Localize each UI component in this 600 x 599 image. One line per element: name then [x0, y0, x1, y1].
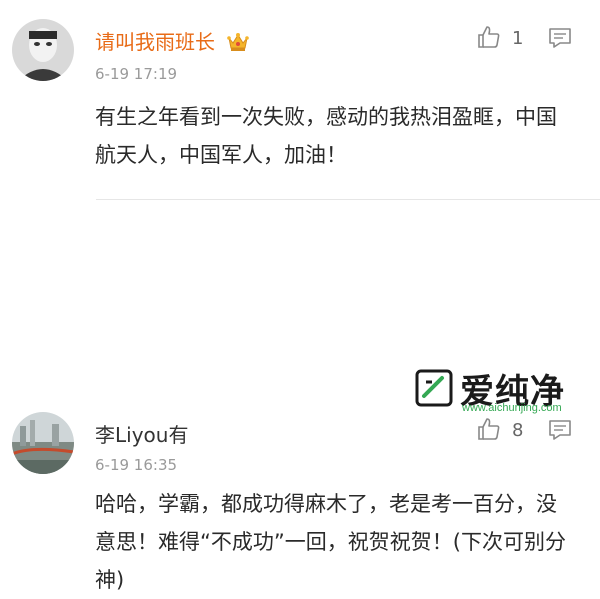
- like-button[interactable]: [476, 416, 502, 446]
- crown-icon: [227, 32, 250, 57]
- comment-text: 有生之年看到一次失败，感动的我热泪盈眶，中国航天人，中国军人，加油！: [95, 105, 557, 167]
- avatar[interactable]: [12, 19, 74, 81]
- like-button[interactable]: [476, 24, 502, 54]
- avatar[interactable]: [12, 412, 74, 474]
- username-text[interactable]: 请叫我雨班长: [95, 30, 215, 54]
- comment-icon: [549, 420, 571, 440]
- comment-time: 6-19 17:19: [95, 65, 178, 83]
- username[interactable]: 李Liyou有: [95, 419, 188, 448]
- reply-button[interactable]: [548, 26, 572, 54]
- reply-button[interactable]: [548, 418, 572, 446]
- comment-icon: [549, 28, 571, 48]
- comment-text: 哈哈，学霸，都成功得麻木了，老是考一百分，没意思！难得“不成功”一回，祝贺祝贺！…: [95, 492, 566, 592]
- thumbs-up-icon: [478, 26, 500, 48]
- like-count: 1: [512, 28, 524, 49]
- watermark-logo-icon: [414, 368, 454, 412]
- watermark: 爱纯净 www.aichunjing.com: [408, 360, 594, 416]
- username[interactable]: 请叫我雨班长: [95, 26, 250, 57]
- comment-time: 6-19 16:35: [95, 456, 178, 474]
- like-count: 8: [512, 420, 524, 441]
- watermark-url: www.aichunjing.com: [462, 402, 562, 414]
- comment-item: 请叫我雨班长 6-19 17:19 有生之年看到一次失败，感动的我热泪盈眶，中国…: [0, 0, 600, 200]
